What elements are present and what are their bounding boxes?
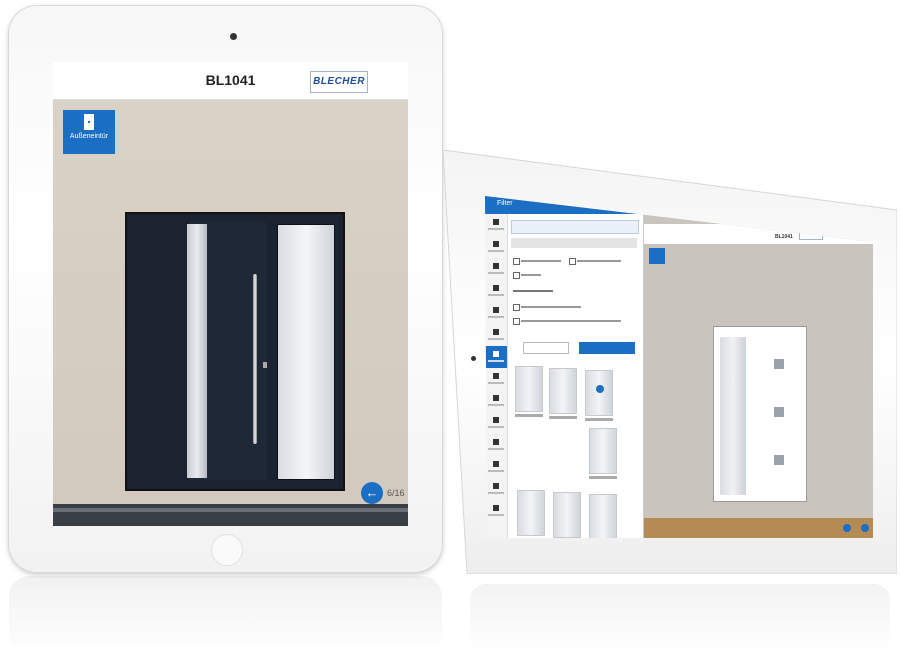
door-preview [713,326,807,502]
filter-panel [485,214,644,538]
sidebar [485,214,508,538]
filter-checkbox[interactable] [513,304,520,311]
arrow-right-icon[interactable] [861,524,869,532]
page-counter: 6/16 [387,488,405,498]
door-handle [253,274,257,444]
door-thumbnail[interactable] [589,428,617,474]
product-code: BL1041 [775,234,793,240]
tablet-reflection [470,584,890,654]
door-type-button[interactable] [649,248,665,264]
home-button[interactable] [211,534,243,566]
door-icon [84,114,94,130]
camera-icon [471,356,476,361]
filter-checkbox[interactable] [513,272,520,279]
door-lock [263,362,267,368]
door-thumbnail[interactable] [517,490,545,536]
door-window [774,407,784,417]
filter-checkbox[interactable] [569,258,576,265]
door-type-button[interactable]: Außeneintür [63,110,115,154]
sidebar-item[interactable] [485,456,507,478]
door-glass-strip [187,224,207,478]
sidebar-item[interactable] [485,368,507,390]
door-window [774,359,784,369]
door-glass [720,337,746,495]
sidebar-item[interactable] [485,478,507,500]
sidebar-item[interactable] [485,236,507,258]
door-view: BL1041 [643,196,873,538]
sidebar-item[interactable] [485,500,507,522]
floor [53,504,408,526]
door-thumbnail[interactable] [515,366,543,412]
check-icon [596,385,604,393]
sidebar-item[interactable] [485,214,507,236]
door-thumbnail[interactable] [549,368,577,414]
app-header: BL1041 BLECHER [53,62,408,100]
sidebar-item[interactable] [485,280,507,302]
floor [643,518,873,538]
filter-heading [511,238,637,248]
sidebar-item[interactable] [485,434,507,456]
door-thumbnail-selected[interactable] [585,370,613,416]
camera-icon [230,33,237,40]
sidebar-item[interactable] [485,390,507,412]
door-type-label: Außeneintür [69,133,109,140]
arrow-left-icon[interactable] [843,524,851,532]
door-configurator-screen: BL1041 BLECHER Außeneintür ← 6/16 [53,62,408,526]
panel-title: Filter [497,200,513,207]
door-thumbnail[interactable] [553,492,581,538]
door-thumbnail[interactable] [589,494,617,538]
arrow-left-icon[interactable]: ← [361,482,383,504]
sidebar-item[interactable] [485,302,507,324]
brand-tagline [372,73,404,87]
sidebar-item[interactable] [485,412,507,434]
sidebar-item-active[interactable] [485,346,507,368]
reset-button[interactable] [523,342,569,354]
filter-checkbox[interactable] [513,258,520,265]
sidebar-item[interactable] [485,324,507,346]
door-window [774,455,784,465]
door-preview [125,212,345,491]
brand-logo: BLECHER [310,71,368,93]
tablet-reflection [9,576,442,656]
configurator-screen-landscape: BL1041 Filter [485,196,873,538]
apply-button[interactable] [579,342,635,354]
filter-checkbox[interactable] [513,318,520,325]
search-input[interactable] [511,220,639,234]
sidebar-item[interactable] [485,258,507,280]
door-sidelight [277,224,335,480]
